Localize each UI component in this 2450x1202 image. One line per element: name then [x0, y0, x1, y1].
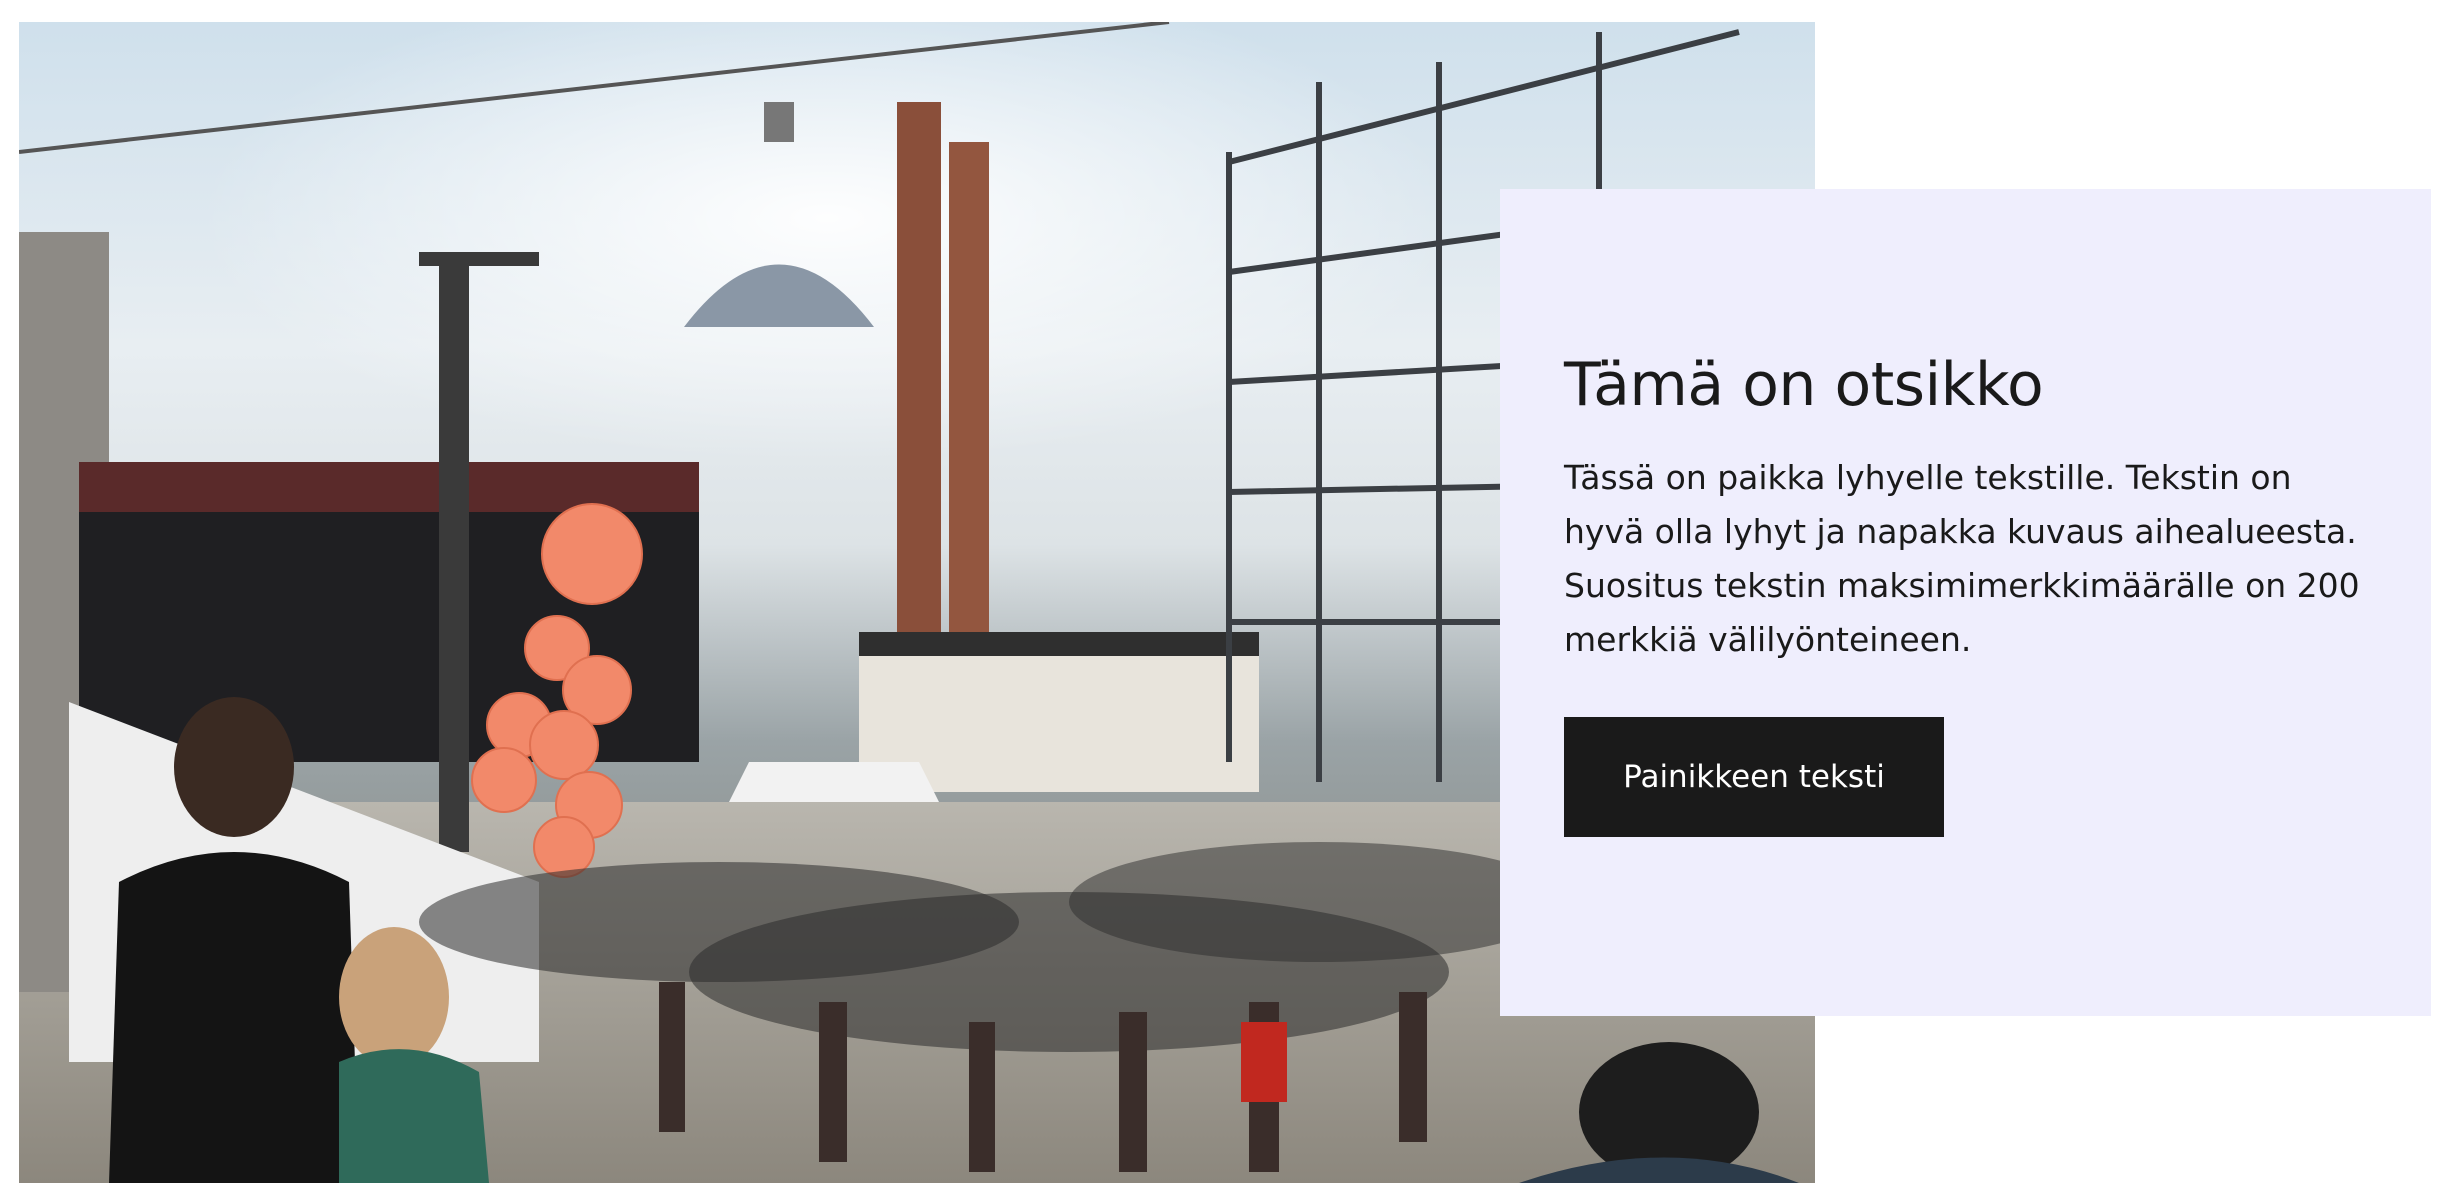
- card-text: Tässä on paikka lyhyelle tekstille. Teks…: [1564, 458, 2360, 659]
- content-card: Tämä on otsikko Tässä on paikka lyhyelle…: [1500, 189, 2431, 1016]
- cta-button[interactable]: Painikkeen teksti: [1564, 717, 1944, 837]
- card-title: Tämä on otsikko: [1564, 350, 2044, 420]
